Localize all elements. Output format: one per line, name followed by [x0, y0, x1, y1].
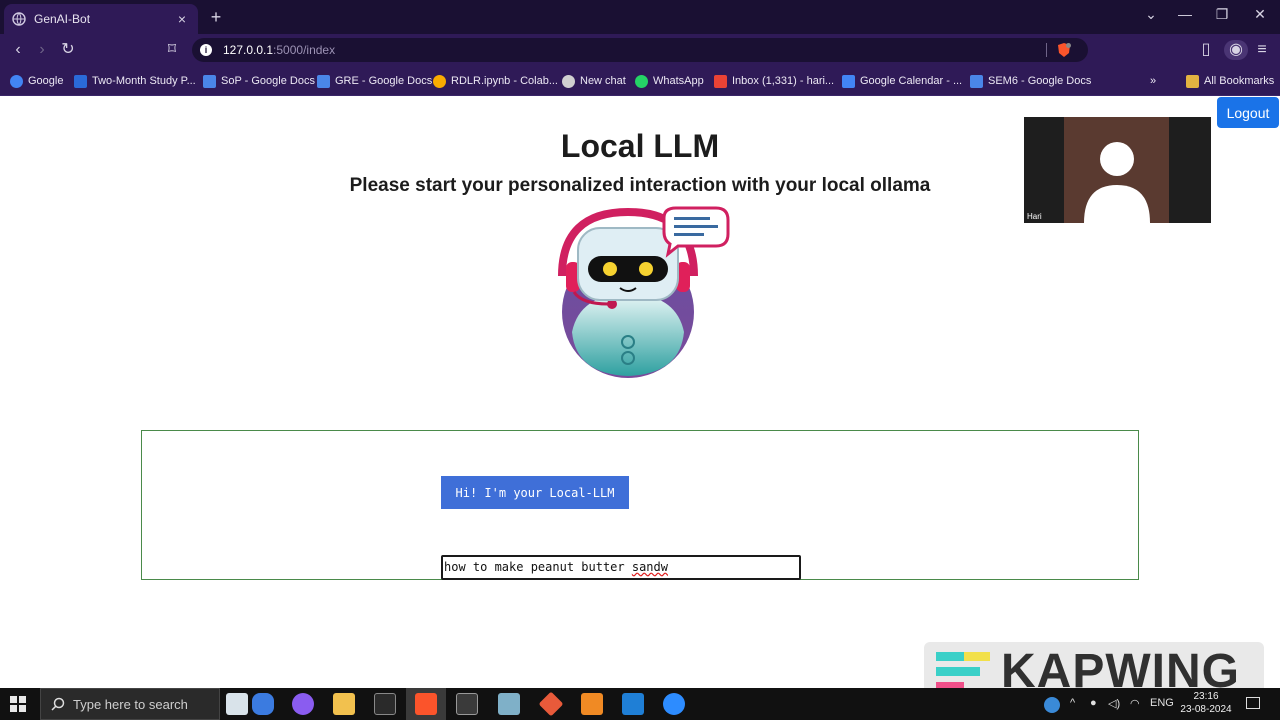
windows-start-icon[interactable]	[10, 696, 26, 712]
bookmark-item[interactable]: Two-Month Study P...	[74, 72, 196, 90]
close-window-icon[interactable]: ✕	[1248, 6, 1272, 23]
bookmark-item[interactable]: RDLR.ipynb - Colab...	[433, 72, 558, 90]
tab-title: GenAI-Bot	[34, 12, 91, 26]
browser-toolbar: ‹ › ↻ ⌑ i 127.0.0.1:5000/index ▯ ◉ ≡	[0, 34, 1280, 66]
microphone-icon[interactable]: ●	[1090, 697, 1097, 709]
docs-icon	[203, 74, 216, 88]
url-path: :5000/index	[273, 43, 336, 57]
language-indicator[interactable]: ENG	[1150, 697, 1174, 709]
window-app-icon[interactable]	[456, 693, 478, 715]
globe-icon	[12, 12, 26, 26]
brave-browser-icon[interactable]	[415, 693, 437, 715]
bookmarks-overflow-button[interactable]: »	[1150, 72, 1156, 90]
bookmark-item[interactable]: GRE - Google Docs	[317, 72, 432, 90]
folder-icon	[1186, 74, 1199, 88]
gmail-icon	[714, 74, 727, 88]
whatsapp-icon	[635, 74, 648, 88]
clock-time: 23:16	[1193, 691, 1219, 702]
new-tab-button[interactable]: +	[206, 7, 226, 28]
tab-genai-bot[interactable]: GenAI-Bot ×	[4, 4, 198, 34]
shield-icon	[74, 74, 87, 88]
menu-icon[interactable]: ≡	[1252, 40, 1272, 60]
volume-icon[interactable]: ◁)	[1108, 697, 1120, 710]
bookmark-item[interactable]: SEM6 - Google Docs	[970, 72, 1091, 90]
sidebar-icon[interactable]: ▯	[1196, 40, 1216, 60]
page-content: Logout Hari Local LLM Please start your …	[0, 96, 1280, 700]
google-icon	[10, 74, 23, 88]
chat-container: Hi! I'm your Local-LLM how to make peanu…	[141, 430, 1139, 580]
all-bookmarks-button[interactable]: All Bookmarks	[1186, 72, 1274, 90]
bookmark-item[interactable]: Google Calendar - ...	[842, 72, 962, 90]
terminal-icon[interactable]	[374, 693, 396, 715]
wifi-icon[interactable]: ◠	[1130, 697, 1140, 710]
address-bar[interactable]: i 127.0.0.1:5000/index	[192, 38, 1088, 62]
page-title: Local LLM	[560, 128, 720, 164]
file-explorer-icon[interactable]	[333, 693, 355, 715]
taskbar-clock[interactable]: 23:16 23-08-2024	[1172, 690, 1240, 716]
tab-strip: GenAI-Bot × + ⌄ — ❐ ✕	[0, 0, 1280, 34]
help-icon[interactable]	[1044, 697, 1060, 713]
notifications-icon[interactable]	[1246, 697, 1260, 709]
page-subtitle: Please start your personalized interacti…	[349, 175, 931, 196]
sublime-icon[interactable]	[581, 693, 603, 715]
minimize-icon[interactable]: —	[1173, 6, 1197, 22]
bookmarks-bar: Google Two-Month Study P... SoP - Google…	[0, 66, 1280, 96]
brave-shield-icon[interactable]	[1056, 42, 1072, 58]
forward-icon[interactable]: ›	[32, 40, 52, 60]
notepad-icon[interactable]	[498, 693, 520, 715]
openai-icon	[562, 74, 575, 88]
kapwing-logo-icon	[936, 652, 990, 691]
reload-icon[interactable]: ↻	[58, 40, 78, 60]
taskbar-search-placeholder: Type here to search	[73, 696, 188, 712]
colab-icon	[433, 74, 446, 88]
bookmark-item[interactable]: WhatsApp	[635, 72, 704, 90]
clock-date: 23-08-2024	[1180, 704, 1232, 715]
logout-button[interactable]: Logout	[1217, 97, 1279, 128]
chat-input[interactable]: how to make peanut butter sandw	[441, 555, 801, 580]
robot-mascot-icon	[558, 206, 730, 378]
calendar-icon	[842, 74, 855, 88]
site-info-icon[interactable]: i	[200, 44, 212, 56]
taskbar-search[interactable]: Type here to search	[40, 688, 220, 720]
copilot-icon[interactable]	[292, 693, 314, 715]
bookmark-item[interactable]: Google	[10, 72, 63, 90]
bot-message: Hi! I'm your Local-LLM	[441, 476, 629, 509]
tab-list-icon[interactable]: ⌄	[1139, 6, 1163, 23]
docs-icon	[970, 74, 983, 88]
tray-expand-icon[interactable]: ^	[1070, 697, 1075, 709]
chat-input-text: how to make peanut butter	[444, 560, 632, 574]
windows-taskbar: Type here to search ^ ● ◁) ◠ ENG 23:16 2…	[0, 688, 1280, 720]
vscode-icon[interactable]	[622, 693, 644, 715]
search-icon	[51, 697, 65, 711]
screen: GenAI-Bot × + ⌄ — ❐ ✕ ‹ › ↻ ⌑ i 127.0.0.…	[0, 0, 1280, 720]
url-divider	[1046, 43, 1047, 57]
git-icon[interactable]	[538, 691, 564, 717]
private-window-icon[interactable]: ◉	[1224, 40, 1248, 60]
tab-close-icon[interactable]: ×	[174, 11, 190, 27]
bookmark-item[interactable]: SoP - Google Docs	[203, 72, 315, 90]
bookmark-item[interactable]: New chat	[562, 72, 626, 90]
widgets-icon[interactable]	[226, 693, 248, 715]
bookmark-icon[interactable]: ⌑	[162, 40, 182, 60]
bookmark-item[interactable]: Inbox (1,331) - hari...	[714, 72, 834, 90]
zoom-icon[interactable]	[663, 693, 685, 715]
chat-input-misspelled-word: sandw	[631, 560, 668, 574]
people-icon[interactable]	[252, 693, 274, 715]
docs-icon	[317, 74, 330, 88]
back-icon[interactable]: ‹	[8, 40, 28, 60]
url-host: 127.0.0.1	[223, 43, 274, 57]
camera-name: Hari	[1027, 212, 1042, 221]
restore-icon[interactable]: ❐	[1210, 6, 1234, 23]
